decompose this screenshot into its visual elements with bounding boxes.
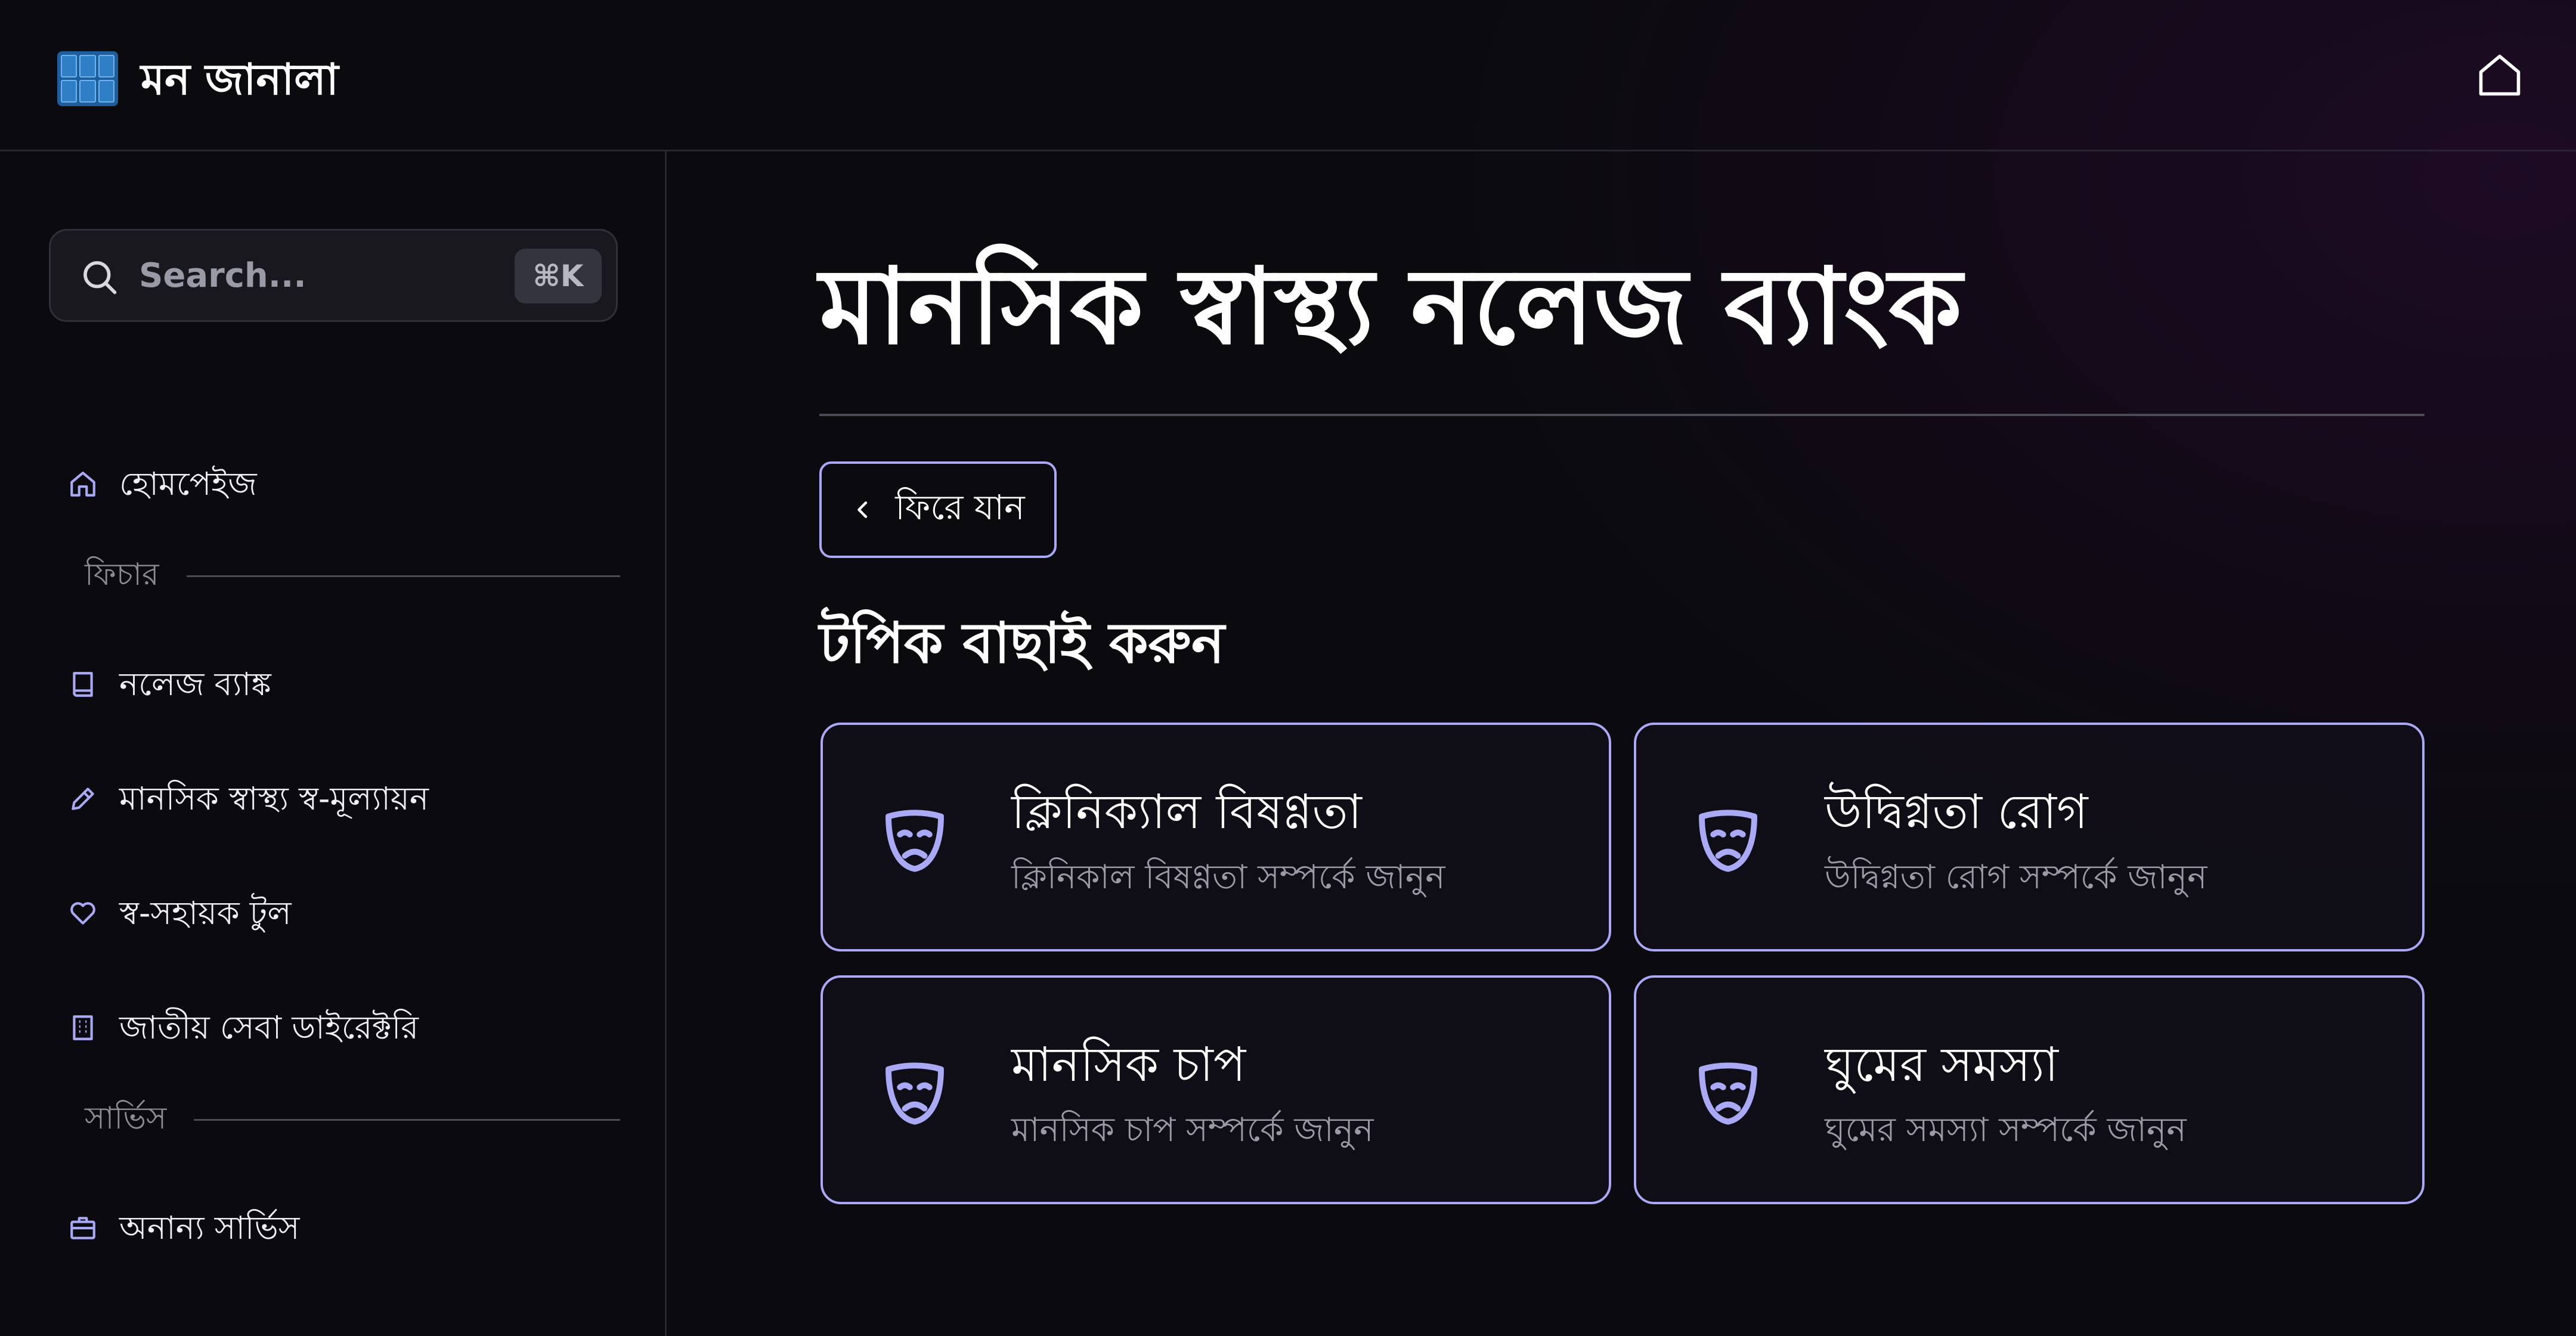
- sidebar-item-other-services[interactable]: অনান্য সার্ভিস: [66, 1198, 299, 1258]
- section-divider: [194, 1118, 620, 1121]
- search-shortcut-badge: ⌘K: [515, 249, 602, 303]
- section-features: ফিচার: [85, 552, 620, 600]
- section-divider: [186, 575, 620, 577]
- search-placeholder: Search...: [139, 256, 306, 295]
- chevron-left-icon: [857, 501, 868, 518]
- sad-mask-icon: [886, 1062, 944, 1125]
- sidebar-item-label: স্ব-সহায়ক টুল: [119, 894, 292, 932]
- topic-card-sleep-problems[interactable]: ঘুমের সমস্যা ঘুমের সমস্যা সম্পর্কে জানুন: [1634, 975, 2425, 1204]
- section-label: ফিচার: [85, 556, 159, 593]
- topics-heading: টপিক বাছাই করুন: [819, 611, 1225, 676]
- sidebar-item-label: মানসিক স্বাস্থ্য স্ব-মূল্যায়ন: [119, 780, 429, 817]
- section-services: সার্ভিস: [85, 1096, 620, 1143]
- sad-mask-icon: [1699, 1062, 1757, 1125]
- sidebar-item-label: হোমপেইজ: [119, 465, 257, 503]
- topic-card-stress[interactable]: মানসিক চাপ মানসিক চাপ সম্পর্কে জানুন: [821, 975, 1611, 1204]
- back-button[interactable]: ফিরে যান: [819, 461, 1057, 558]
- sidebar-item-self-assessment[interactable]: মানসিক স্বাস্থ্য স্ব-মূল্যায়ন: [66, 769, 429, 829]
- sidebar: Search... ⌘K হোমপেইজ ফিচার নলেজ ব্যাঙ্ক: [0, 151, 667, 1336]
- sidebar-item-label: জাতীয় সেবা ডাইরেক্টরি: [119, 1009, 419, 1046]
- app-root: মন জানালা Search... ⌘K হোমপেইজ ফিচার নলে…: [0, 0, 2576, 1336]
- sad-mask-icon: [886, 810, 944, 872]
- moon-icon[interactable]: [2347, 47, 2404, 104]
- topic-card-clinical-depression[interactable]: ক্লিনিক্যাল বিষণ্ণতা ক্লিনিকাল বিষণ্ণতা …: [821, 723, 1611, 951]
- page-title: মানসিক স্বাস্থ্য নলেজ ব্যাংক: [819, 246, 1962, 368]
- topic-card-description: ক্লিনিকাল বিষণ্ণতা সম্পর্কে জানুন: [1011, 858, 1445, 897]
- pencil-icon: [66, 782, 100, 816]
- building-icon: [66, 1010, 100, 1045]
- section-label: সার্ভিস: [85, 1100, 167, 1136]
- briefcase-icon: [66, 1211, 100, 1245]
- app-logo-icon[interactable]: [57, 51, 118, 106]
- search-icon: [83, 261, 117, 295]
- topic-card-title: ক্লিনিক্যাল বিষণ্ণতা: [1011, 784, 1362, 839]
- topic-card-title: উদ্বিগ্নতা রোগ: [1825, 784, 2088, 839]
- home-icon[interactable]: [2471, 47, 2528, 104]
- sad-mask-icon: [1699, 810, 1757, 872]
- topic-card-anxiety-disorder[interactable]: উদ্বিগ্নতা রোগ উদ্বিগ্নতা রোগ সম্পর্কে জ…: [1634, 723, 2425, 951]
- sidebar-item-service-directory[interactable]: জাতীয় সেবা ডাইরেক্টরি: [66, 998, 419, 1058]
- sidebar-item-self-help-tools[interactable]: স্ব-সহায়ক টুল: [66, 884, 291, 943]
- topic-card-title: মানসিক চাপ: [1011, 1037, 1246, 1092]
- sidebar-item-home[interactable]: হোমপেইজ: [66, 454, 257, 514]
- topic-card-description: ঘুমের সমস্যা সম্পর্কে জানুন: [1825, 1111, 2187, 1149]
- sidebar-item-label: অনান্য সার্ভিস: [119, 1209, 300, 1247]
- sidebar-item-label: নলেজ ব্যাঙ্ক: [119, 665, 271, 703]
- top-header: মন জানালা: [0, 0, 2576, 151]
- topic-card-title: ঘুমের সমস্যা: [1825, 1037, 2058, 1092]
- home-icon: [66, 467, 100, 501]
- topic-card-description: উদ্বিগ্নতা রোগ সম্পর্কে জানুন: [1825, 858, 2207, 897]
- book-icon: [66, 667, 100, 702]
- title-divider: [819, 414, 2425, 416]
- heart-icon: [66, 896, 100, 931]
- app-name[interactable]: মন জানালা: [141, 47, 339, 112]
- back-button-label: ফিরে যান: [895, 486, 1025, 528]
- topic-card-description: মানসিক চাপ সম্পর্কে জানুন: [1011, 1111, 1374, 1149]
- sidebar-item-knowledge-bank[interactable]: নলেজ ব্যাঙ্ক: [66, 655, 271, 714]
- search-input[interactable]: Search... ⌘K: [49, 229, 618, 322]
